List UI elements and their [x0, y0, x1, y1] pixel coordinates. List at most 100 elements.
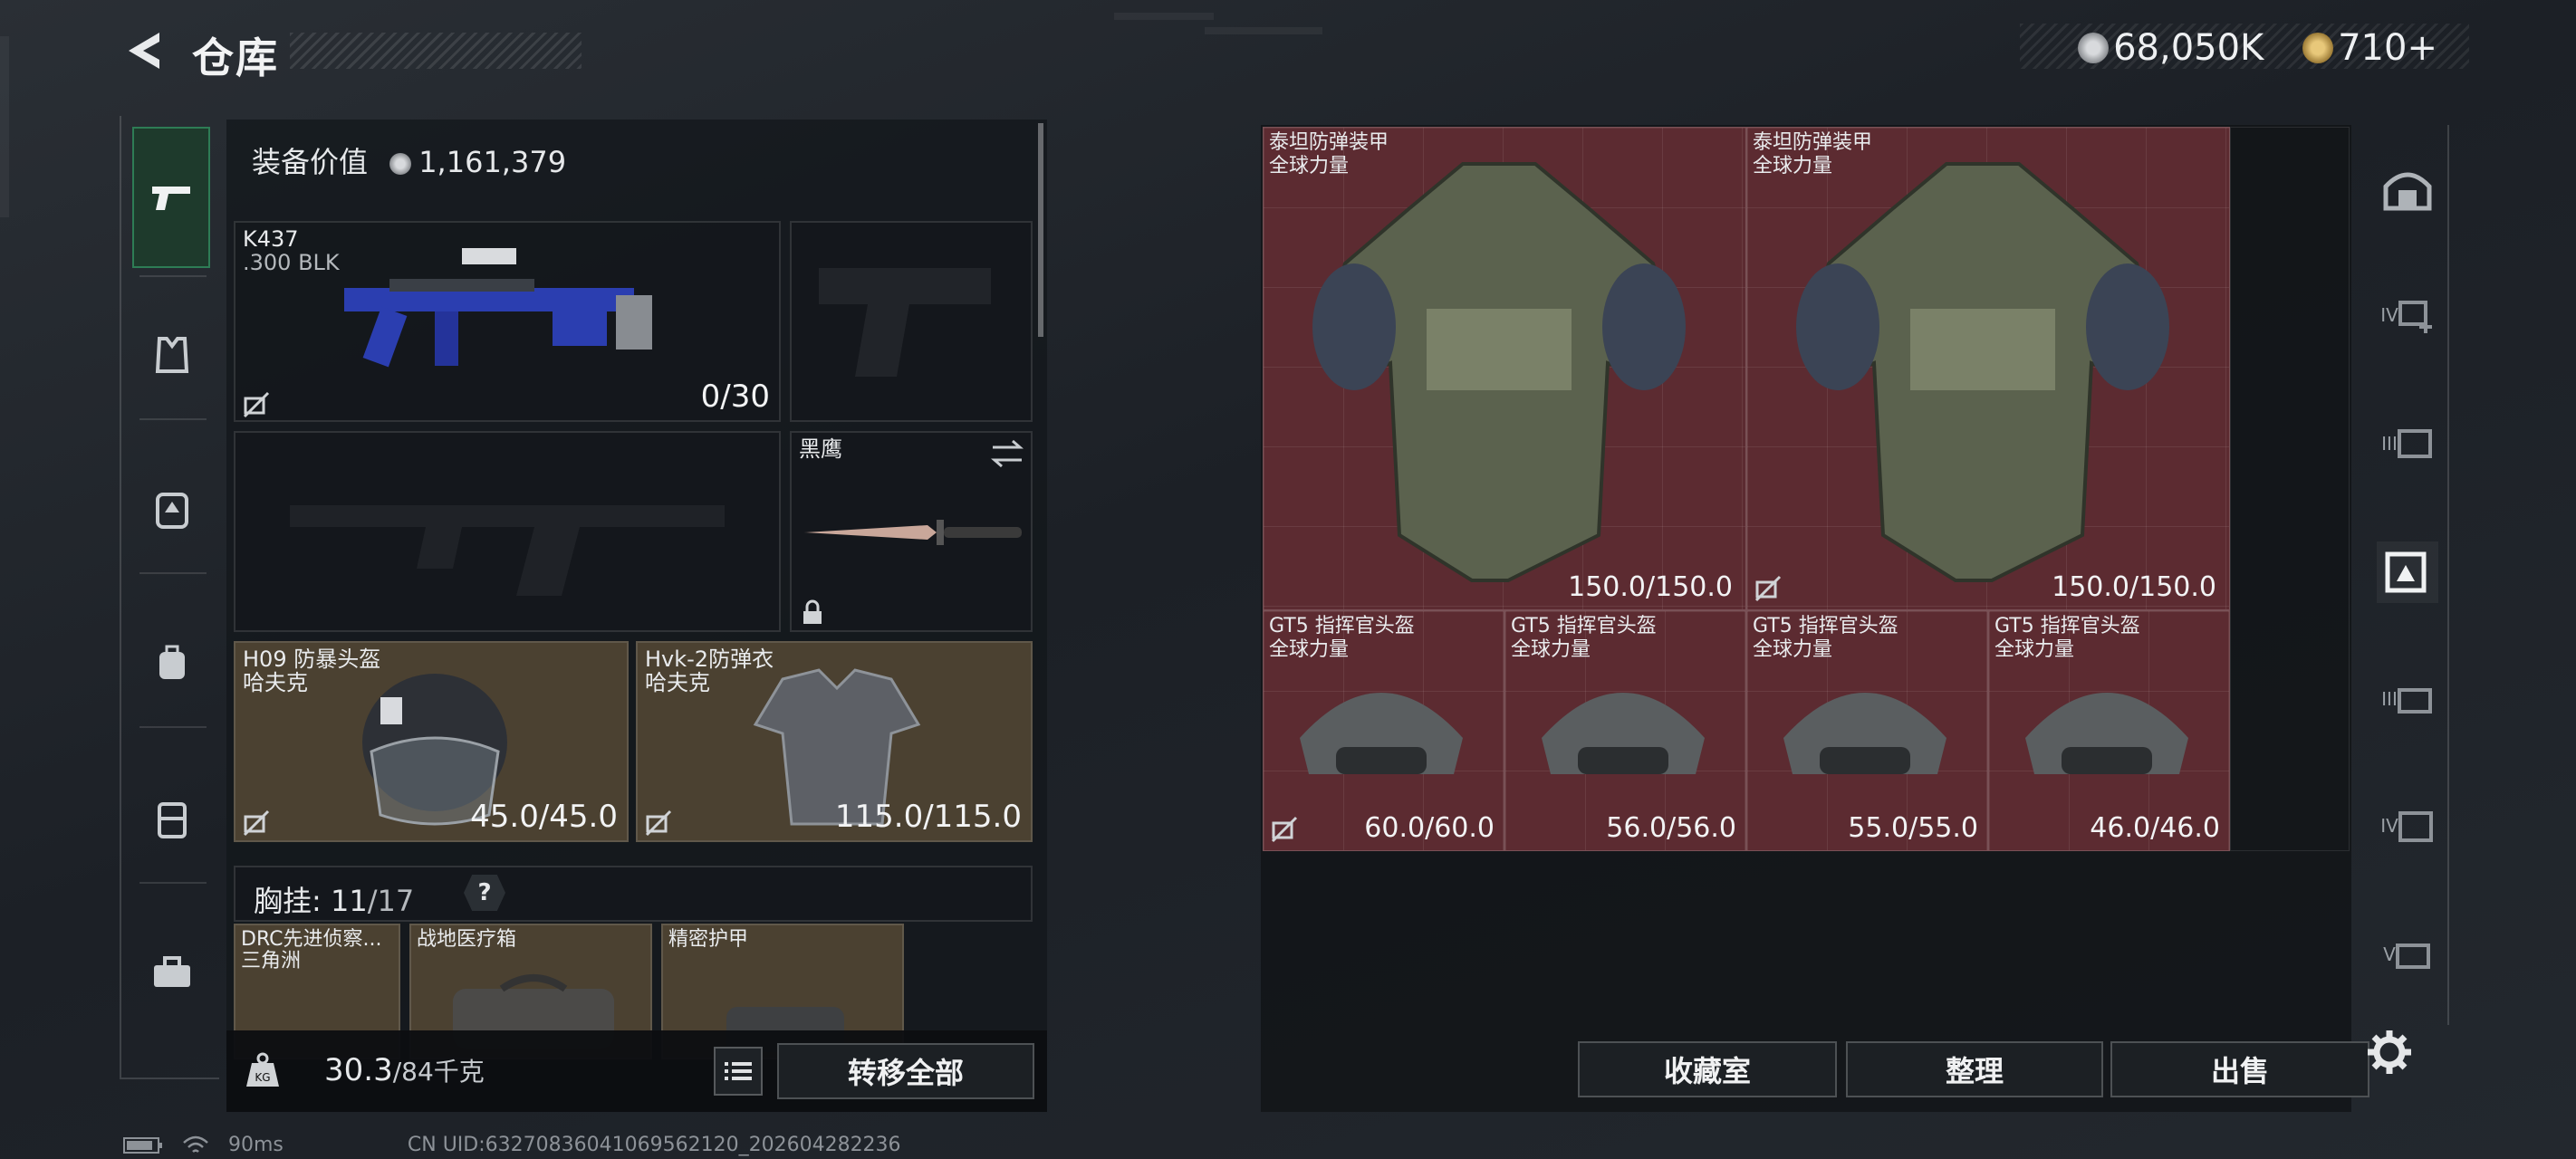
- helmet-slot[interactable]: H09 防暴头盔 哈夫克 45.0/45.0: [234, 641, 629, 842]
- melee-slot[interactable]: 黑鹰: [790, 431, 1033, 632]
- container-icon: [158, 802, 187, 838]
- tier-label: IV: [2380, 304, 2398, 326]
- transfer-all-button[interactable]: 转移全部: [777, 1043, 1034, 1099]
- sidearm-slot-empty[interactable]: [790, 221, 1033, 422]
- scrollbar[interactable]: [1038, 123, 1043, 337]
- storage-tab-expansion-4[interactable]: III: [2377, 668, 2438, 730]
- item-durability: 55.0/55.0: [1848, 812, 1978, 844]
- item-name: GT5 指挥官头盔: [1511, 615, 1657, 637]
- vault-icon: [2383, 172, 2432, 211]
- storage-box-icon: [2397, 688, 2432, 714]
- token-add-button[interactable]: +: [2407, 27, 2437, 69]
- rig-item-name: 战地医疗箱: [417, 928, 517, 951]
- sell-button[interactable]: 出售: [2110, 1041, 2369, 1097]
- rig-item-name: 精密护甲: [668, 928, 749, 951]
- weight-max: /84千克: [392, 1057, 485, 1087]
- empty-storage-column[interactable]: [2230, 127, 2350, 851]
- storage-page-nav: IV III III IV V: [2360, 125, 2449, 1025]
- storage-item[interactable]: GT5 指挥官头盔 全球力量 55.0/55.0: [1746, 610, 1988, 851]
- title-decoration: [290, 33, 582, 69]
- storage-panel: 泰坦防弹装甲 全球力量 150.0/150.0 泰坦防弹装甲 全球力量 150.…: [1261, 125, 2369, 1112]
- rifle-image: [344, 248, 652, 368]
- rifle-silhouette-icon: [290, 505, 725, 596]
- vest-icon: [155, 337, 189, 373]
- gt5-helmet-image: [1300, 693, 1463, 774]
- storage-tab-expansion-3-active[interactable]: [2377, 541, 2438, 603]
- storage-tab-main[interactable]: [2377, 158, 2438, 219]
- nav-weapons[interactable]: [132, 127, 210, 268]
- item-durability: 150.0/150.0: [2052, 571, 2216, 603]
- item-brand: 全球力量: [1269, 638, 1350, 661]
- weapon-name: K437: [243, 226, 299, 252]
- item-brand: 全球力量: [1753, 638, 1833, 661]
- storage-item[interactable]: 泰坦防弹装甲 全球力量 150.0/150.0: [1746, 127, 2230, 610]
- backpack-icon: [159, 645, 185, 679]
- gt5-helmet-image: [1542, 693, 1705, 774]
- settings-button[interactable]: [2360, 1023, 2418, 1081]
- titan-armor-image: [1312, 162, 1686, 582]
- storage-box-icon: [2395, 943, 2430, 969]
- insured-icon: [1754, 575, 1782, 602]
- item-durability: 60.0/60.0: [1364, 812, 1495, 844]
- storage-tab-expansion-1[interactable]: IV: [2377, 284, 2438, 346]
- insured-icon: [1271, 816, 1298, 843]
- storage-box-icon: [2397, 429, 2432, 458]
- storage-tab-expansion-6[interactable]: V: [2377, 924, 2438, 985]
- chest-rig-icon: [156, 493, 188, 529]
- nav-backpack[interactable]: [134, 625, 210, 701]
- collection-room-button[interactable]: 收藏室: [1578, 1041, 1837, 1097]
- token-balance[interactable]: 710+: [2302, 27, 2437, 69]
- pistol-icon: [152, 187, 190, 210]
- primary-weapon-slot[interactable]: K437 .300 BLK 0/30: [234, 221, 781, 422]
- helmet-brand: 哈夫克: [243, 670, 308, 695]
- storage-item[interactable]: 泰坦防弹装甲 全球力量 150.0/150.0: [1263, 127, 1746, 610]
- currency-bar: 68,050K 710+: [2020, 24, 2469, 69]
- chevron-left-icon: [129, 33, 159, 69]
- user-uid: CN UID:6327083604106956212​0_20260428223…: [407, 1134, 901, 1156]
- melee-name: 黑鹰: [799, 436, 842, 462]
- storage-tab-expansion-5[interactable]: IV: [2377, 795, 2438, 857]
- secondary-weapon-slot-empty[interactable]: [234, 431, 781, 632]
- lock-icon: [803, 599, 822, 624]
- list-view-button[interactable]: [714, 1047, 763, 1096]
- coin-balance[interactable]: 68,050K: [2078, 27, 2264, 69]
- chest-rig-header[interactable]: 胸挂: 11/17 ?: [234, 866, 1033, 922]
- page-title: 仓库: [192, 34, 279, 82]
- insured-icon: [645, 809, 672, 837]
- toolbox-icon: [154, 956, 190, 987]
- gt5-helmet-image: [2025, 693, 2188, 774]
- organize-button[interactable]: 整理: [1846, 1041, 2103, 1097]
- storage-item[interactable]: GT5 指挥官头盔 全球力量 56.0/56.0: [1504, 610, 1746, 851]
- equipment-value-amount: 1,161,379: [418, 145, 567, 179]
- rig-capacity: 胸挂: 11/17: [254, 878, 414, 920]
- help-button[interactable]: ?: [464, 875, 505, 911]
- nav-armor[interactable]: [134, 317, 210, 393]
- rig-item-brand: 三角洲: [241, 950, 302, 972]
- nav-toolbox[interactable]: [134, 934, 210, 1011]
- token-amount: 710: [2338, 27, 2408, 69]
- insured-icon: [243, 391, 270, 418]
- nav-case[interactable]: [134, 781, 210, 857]
- battery-icon: [123, 1137, 162, 1154]
- token-icon: [2302, 33, 2333, 63]
- wifi-icon: [183, 1135, 208, 1153]
- storage-item[interactable]: GT5 指挥官头盔 全球力量 60.0/60.0: [1263, 610, 1504, 851]
- storage-tab-expansion-2[interactable]: III: [2377, 413, 2438, 474]
- storage-item[interactable]: GT5 指挥官头盔 全球力量 46.0/46.0: [1988, 610, 2230, 851]
- armor-slot[interactable]: Hvk-2防弹衣 哈夫克 115.0/115.0: [636, 641, 1033, 842]
- item-brand: 全球力量: [1994, 638, 2075, 661]
- armor-brand: 哈夫克: [645, 670, 710, 695]
- tier-label: III: [2381, 433, 2398, 455]
- nav-rig[interactable]: [134, 471, 210, 547]
- tier-label: III: [2381, 688, 2398, 710]
- pistol-silhouette-icon: [819, 268, 991, 377]
- rig-label: 胸挂:: [254, 884, 322, 918]
- tier-label: V: [2383, 943, 2396, 965]
- item-name: GT5 指挥官头盔: [1753, 615, 1898, 637]
- weight-bar: KG 30.3/84千克 转移全部: [226, 1030, 1047, 1112]
- item-durability: 150.0/150.0: [1568, 571, 1733, 603]
- back-button[interactable]: [120, 27, 167, 74]
- storage-grid: 泰坦防弹装甲 全球力量 150.0/150.0 泰坦防弹装甲 全球力量 150.…: [1263, 127, 2350, 851]
- swap-icon[interactable]: [989, 438, 1025, 469]
- gear-icon: [2368, 1030, 2411, 1074]
